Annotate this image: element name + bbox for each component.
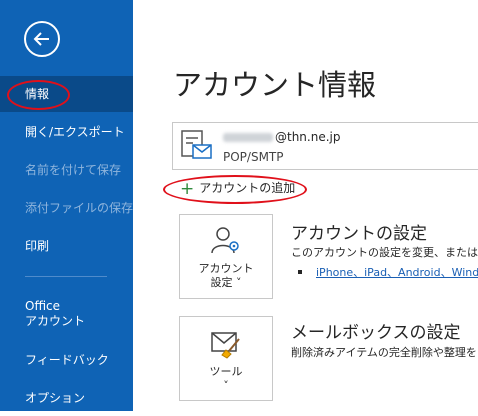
nav-office-account[interactable]: Office アカウント — [0, 291, 133, 335]
mailbox-tools-tile-label-1: ツール — [209, 365, 243, 378]
mailbox-tools-tile-label-2: ˅ — [223, 379, 229, 392]
nav-save-as-label: 名前を付けて保存 — [25, 163, 122, 177]
account-settings-tile[interactable]: アカウント 設定 ˅ — [179, 214, 273, 299]
nav-feedback[interactable]: フィードバック — [0, 342, 133, 378]
add-account-button[interactable]: + アカウントの追加 — [172, 175, 295, 201]
account-email-domain: @thn.ne.jp — [275, 130, 341, 144]
nav-print-label: 印刷 — [25, 239, 50, 253]
redacted-email-name — [223, 133, 273, 142]
nav-office-account-label-1: Office — [25, 299, 61, 313]
mailbox-settings-heading: メールボックスの設定 — [291, 323, 461, 343]
nav-open-export-label: 開く/エクスポート — [25, 125, 125, 139]
account-type: POP/SMTP — [223, 150, 284, 164]
nav-office-account-label-2: アカウント — [25, 314, 86, 328]
account-settings-icon — [211, 227, 239, 254]
mobile-apps-link[interactable]: iPhone、iPad、Android、Windo — [316, 266, 478, 279]
mailbox-cleanup-icon — [211, 332, 240, 359]
nav-save-as[interactable]: 名前を付けて保存 — [0, 152, 133, 188]
nav-print[interactable]: 印刷 — [0, 228, 133, 264]
account-selector[interactable]: @thn.ne.jp POP/SMTP — [172, 122, 478, 170]
account-settings-description: このアカウントの設定を変更、または追加 — [291, 246, 478, 259]
nav-info[interactable]: 情報 — [0, 76, 133, 112]
account-settings-heading: アカウントの設定 — [291, 224, 427, 244]
nav-feedback-label: フィードバック — [25, 353, 109, 367]
nav-save-attachments-label: 添付ファイルの保存 — [25, 201, 134, 215]
nav-save-attachments[interactable]: 添付ファイルの保存 — [0, 190, 133, 226]
page-title: アカウント情報 — [173, 68, 377, 102]
add-account-label: アカウントの追加 — [199, 181, 296, 195]
account-settings-tile-label-1: アカウント — [198, 262, 254, 275]
backstage-sidebar: 情報 開く/エクスポート 名前を付けて保存 添付ファイルの保存 印刷 Offic… — [0, 0, 133, 411]
plus-icon: + — [180, 178, 195, 199]
account-settings-bullet: iPhone、iPad、Android、Windo — [296, 264, 478, 280]
bullet-icon — [298, 270, 302, 274]
back-arrow-icon — [33, 32, 49, 46]
pop-account-icon — [181, 130, 212, 159]
nav-open-export[interactable]: 開く/エクスポート — [0, 114, 133, 150]
nav-options-label: オプション — [25, 391, 86, 405]
account-email: @thn.ne.jp — [223, 130, 340, 144]
back-arrow-button[interactable] — [24, 21, 60, 57]
nav-info-label: 情報 — [25, 87, 50, 101]
mailbox-tools-tile[interactable]: ツール ˅ — [179, 316, 273, 401]
account-settings-tile-label-2: 設定 ˅ — [210, 276, 242, 289]
nav-divider — [25, 276, 107, 277]
mailbox-settings-description: 削除済みアイテムの完全削除や整理を — [291, 346, 477, 359]
